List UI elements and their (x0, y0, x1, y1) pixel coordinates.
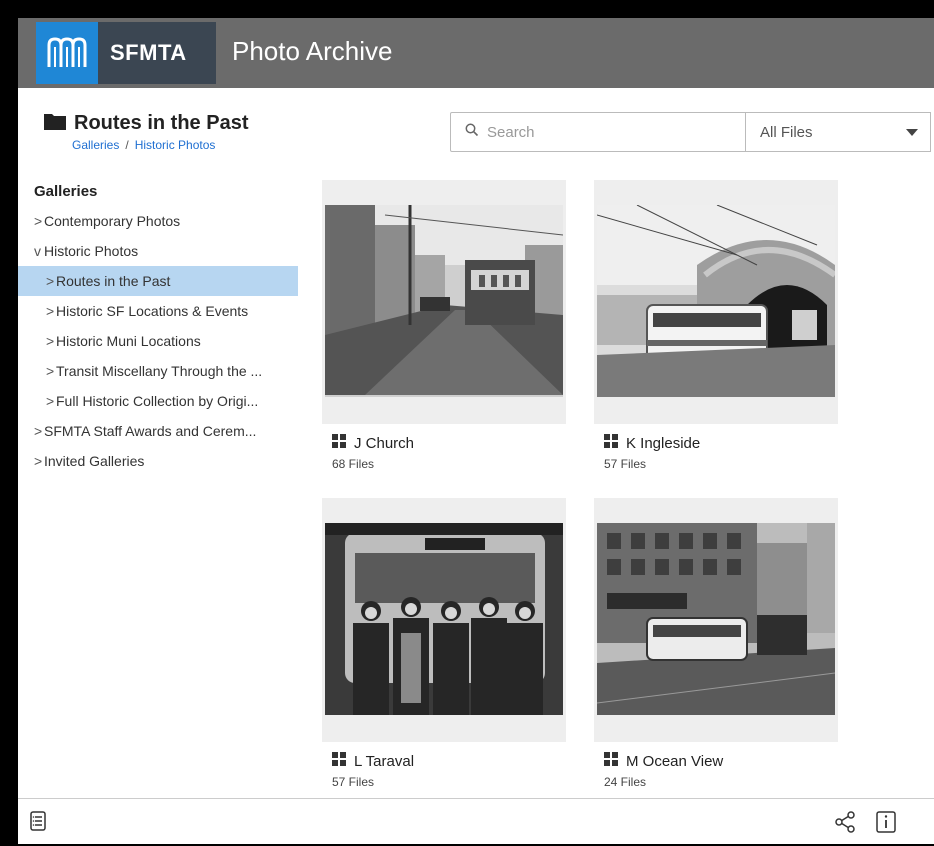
gallery-sidebar: Galleries > Contemporary Photos v Historic… (18, 178, 298, 476)
gallery-title[interactable]: K Ingleside (594, 434, 838, 452)
chevron-right-icon: > (34, 213, 43, 229)
folder-name: Routes in the Past (74, 112, 249, 134)
sidebar-item-label: Invited Galleries (44, 453, 145, 469)
sidebar-item-label: Full Historic Collection by Origi... (56, 393, 259, 409)
sidebar-item-full-historic-collection[interactable]: > Full Historic Collection by Origi... (18, 386, 298, 416)
sidebar-item-label: SFMTA Staff Awards and Cerem... (44, 423, 257, 439)
sidebar-item-label: Contemporary Photos (44, 213, 181, 229)
breadcrumb: Galleries / Historic Photos (72, 138, 215, 152)
app-header: SFMTA Photo Archive (18, 18, 934, 88)
gallery-card-l-taraval[interactable]: L Taraval 57 Files (322, 498, 566, 789)
muni-logo-icon (36, 22, 98, 84)
gallery-thumbnail[interactable] (594, 498, 838, 742)
gallery-thumbnail[interactable] (594, 180, 838, 424)
gallery-card-j-church[interactable]: J Church 68 Files (322, 180, 566, 471)
page-title: Routes in the Past (44, 112, 248, 135)
chevron-down-icon: v (34, 243, 41, 259)
sidebar-item-invited-galleries[interactable]: > Invited Galleries (18, 446, 298, 476)
app-window: SFMTA Photo Archive Routes in the Past G… (18, 18, 934, 844)
chevron-right-icon: > (34, 423, 43, 439)
gallery-file-count: 57 Files (332, 775, 375, 789)
gallery-title-text: L Taraval (354, 752, 415, 770)
breadcrumb-separator: / (125, 138, 129, 152)
gallery-thumbnail[interactable] (322, 498, 566, 742)
sidebar-item-historic-muni-locations[interactable]: > Historic Muni Locations (18, 326, 298, 356)
gallery-title-text: K Ingleside (626, 434, 701, 452)
chevron-right-icon: > (46, 273, 55, 289)
sidebar-heading: Galleries (34, 183, 98, 200)
sidebar-item-transit-miscellany[interactable]: > Transit Miscellany Through the ... (18, 356, 298, 386)
chevron-right-icon: > (46, 303, 55, 319)
sidebar-item-historic-photos[interactable]: v Historic Photos (18, 236, 298, 266)
folder-icon (44, 112, 66, 135)
grid-icon (604, 752, 618, 770)
chevron-right-icon: > (46, 333, 55, 349)
chevron-right-icon: > (46, 393, 55, 409)
sidebar-item-label: Historic Photos (44, 243, 139, 259)
street-scene-photo (597, 523, 835, 715)
sidebar-item-label: Historic Muni Locations (56, 333, 201, 349)
gallery-file-count: 57 Files (604, 457, 647, 471)
bottom-toolbar (18, 798, 934, 844)
gallery-title-text: M Ocean View (626, 752, 724, 770)
breadcrumb-galleries-link[interactable]: Galleries (72, 138, 119, 152)
gallery-title[interactable]: M Ocean View (594, 752, 838, 770)
sidebar-item-routes-in-the-past[interactable]: > Routes in the Past (18, 266, 298, 296)
gallery-title[interactable]: J Church (322, 434, 566, 452)
search-box (450, 112, 746, 152)
breadcrumb-historic-photos-link[interactable]: Historic Photos (135, 138, 216, 152)
info-icon[interactable] (876, 811, 896, 838)
sidebar-item-label: Routes in the Past (56, 273, 171, 289)
search-icon (465, 123, 479, 142)
gallery-card-k-ingleside[interactable]: K Ingleside 57 Files (594, 180, 838, 471)
gallery-title[interactable]: L Taraval (322, 752, 566, 770)
operators-group-photo (325, 523, 563, 715)
sidebar-item-contemporary-photos[interactable]: > Contemporary Photos (18, 206, 298, 236)
sfmta-logo[interactable]: SFMTA (36, 22, 216, 84)
caret-down-icon (906, 124, 918, 141)
gallery-title-text: J Church (354, 434, 415, 452)
file-filter-select[interactable]: All Files (745, 112, 931, 152)
streetcar-tunnel-photo (597, 205, 835, 397)
sidebar-item-label: Transit Miscellany Through the ... (56, 363, 263, 379)
chevron-right-icon: > (46, 363, 55, 379)
grid-icon (332, 752, 346, 770)
gallery-thumbnail[interactable] (322, 180, 566, 424)
brand-name: SFMTA (110, 40, 187, 65)
gallery-file-count: 68 Files (332, 457, 375, 471)
search-input[interactable] (485, 122, 729, 142)
file-filter-value: All Files (760, 123, 813, 141)
sidebar-item-historic-sf-locations[interactable]: > Historic SF Locations & Events (18, 296, 298, 326)
list-icon[interactable] (30, 811, 46, 836)
sidebar-item-staff-awards[interactable]: > SFMTA Staff Awards and Cerem... (18, 416, 298, 446)
chevron-right-icon: > (34, 453, 43, 469)
grid-icon (604, 434, 618, 452)
share-icon[interactable] (834, 811, 856, 838)
app-title: Photo Archive (232, 36, 393, 66)
grid-icon (332, 434, 346, 452)
sidebar-item-label: Historic SF Locations & Events (56, 303, 249, 319)
streetcar-photo (325, 205, 563, 397)
gallery-card-m-ocean-view[interactable]: M Ocean View 24 Files (594, 498, 838, 789)
gallery-file-count: 24 Files (604, 775, 647, 789)
